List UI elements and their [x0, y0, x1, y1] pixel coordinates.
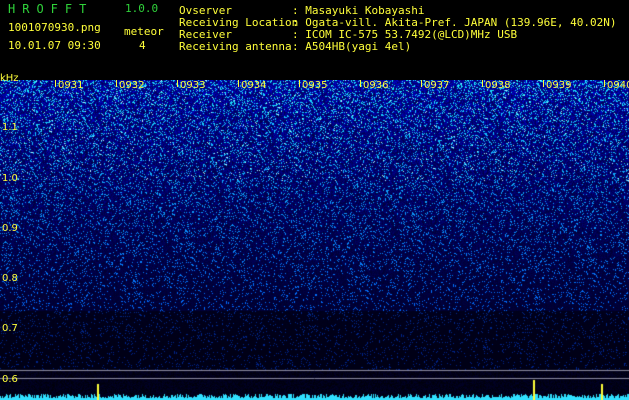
time-tick-label: 0933 [180, 80, 206, 91]
meteor-count: 4 [139, 39, 146, 52]
time-tick-label: 0939 [546, 80, 572, 91]
time-tick-mark [543, 80, 544, 87]
freq-tick-label: 0.8 [2, 273, 18, 284]
time-tick-label: 0937 [424, 80, 450, 91]
app-version: 1.0.0 [125, 2, 159, 15]
freq-tick-label: 1.1 [2, 122, 18, 133]
time-tick-mark [421, 80, 422, 87]
meteor-label: meteor [124, 25, 164, 38]
time-tick-mark [238, 80, 239, 87]
freq-tick-label: 0.7 [2, 323, 18, 334]
time-tick-mark [116, 80, 117, 87]
time-tick-mark [299, 80, 300, 87]
time-tick-label: 0931 [58, 80, 84, 91]
freq-tick-label: 0.6 [2, 374, 18, 385]
time-tick-label: 0938 [485, 80, 511, 91]
time-tick-mark [604, 80, 605, 87]
time-tick-label: 0932 [119, 80, 145, 91]
app-title: HROFFT [8, 2, 94, 16]
date-time: 10.01.07 09:30 [8, 39, 101, 52]
header-panel: HROFFT 1.0.0 1001070930.png 10.01.07 09:… [0, 0, 629, 78]
antenna-label: Receiving antenna [179, 40, 292, 53]
freq-unit-label: kHz [0, 73, 19, 84]
time-tick-label: 0936 [363, 80, 389, 91]
antenna-value: : A504HB(yagi 4el) [292, 40, 412, 53]
time-tick-mark [177, 80, 178, 87]
spectrogram-canvas [0, 80, 629, 400]
time-tick-mark [360, 80, 361, 87]
freq-tick-label: 0.9 [2, 223, 18, 234]
time-tick-label: 0935 [302, 80, 328, 91]
time-tick-label: 0940 [607, 80, 629, 91]
file-name: 1001070930.png [8, 21, 101, 34]
time-tick-label: 0934 [241, 80, 267, 91]
time-tick-mark [55, 80, 56, 87]
time-tick-mark [482, 80, 483, 87]
freq-tick-label: 1.0 [2, 173, 18, 184]
